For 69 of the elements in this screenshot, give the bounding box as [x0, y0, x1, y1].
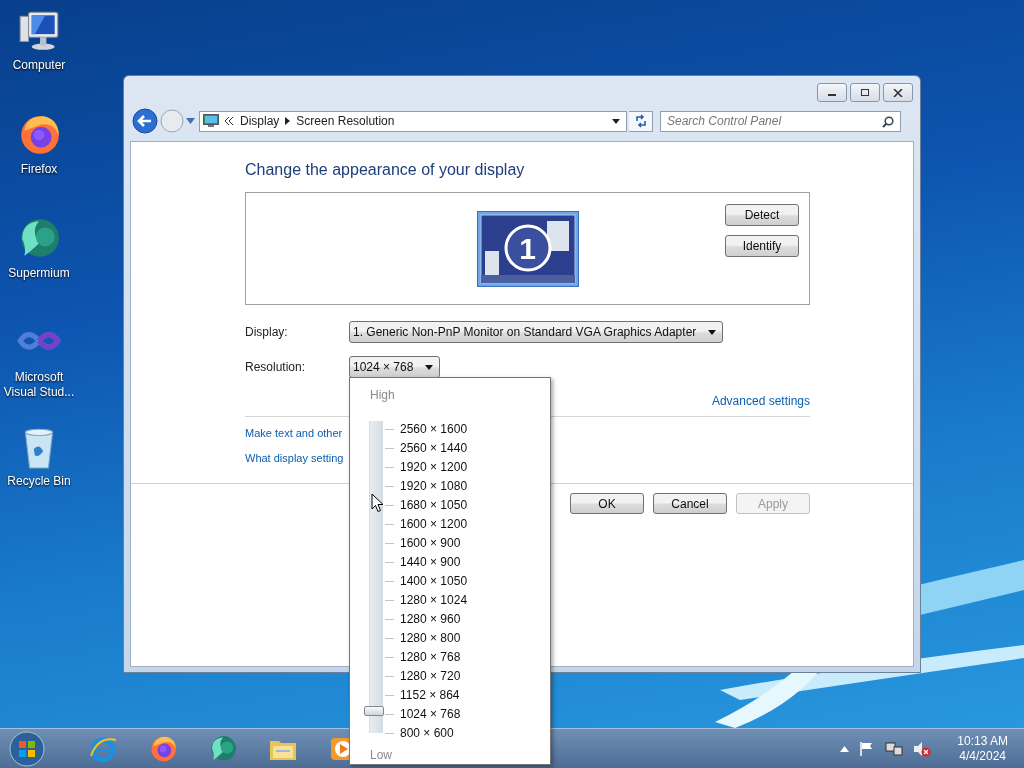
desktop-icon-label[interactable]: Firefox [0, 162, 78, 177]
resolution-option[interactable]: 1280 × 800 [400, 631, 461, 646]
resolution-option[interactable]: 1280 × 720 [400, 669, 461, 684]
resolution-option[interactable]: 1920 × 1200 [400, 460, 468, 475]
maximize-button[interactable] [850, 83, 880, 102]
caret-icon [708, 329, 717, 335]
resolution-option[interactable]: 1400 × 1050 [400, 574, 468, 589]
separator-arrow-icon[interactable] [285, 117, 291, 125]
high-label: High [370, 388, 396, 404]
caret-icon [425, 364, 434, 370]
resolution-option[interactable]: 1600 × 900 [400, 536, 461, 551]
history-caret-icon[interactable] [186, 118, 195, 124]
preview-button[interactable]: Detect [725, 204, 799, 226]
resolution-option[interactable]: 1920 × 1080 [400, 479, 468, 494]
slider-thumb[interactable] [364, 705, 384, 716]
help-link[interactable]: What display setting [245, 452, 344, 467]
help-link[interactable]: Make text and other [245, 427, 343, 442]
dropdown-caret-icon[interactable] [612, 118, 620, 124]
desktop-icon-label[interactable]: Recycle Bin [0, 474, 78, 489]
breadcrumb-item[interactable]: Display [240, 114, 280, 128]
network-icon[interactable] [885, 740, 904, 757]
clock-time: 10:13 AM [957, 733, 1008, 749]
preview-button[interactable]: Identify [725, 235, 799, 257]
low-label: Low [370, 748, 393, 764]
refresh-icon [633, 114, 648, 128]
resolution-option[interactable]: 1440 × 900 [400, 555, 461, 570]
muted-speaker-icon[interactable] [913, 740, 932, 757]
page-heading: Change the appearance of your display [245, 161, 526, 180]
resolution-option[interactable]: 1680 × 1050 [400, 498, 468, 513]
dialog-button[interactable]: OK [570, 493, 644, 514]
cursor-icon [371, 493, 384, 513]
minimize-button[interactable] [817, 83, 847, 102]
address-bar[interactable]: Display Screen Resolution [199, 110, 627, 132]
resolution-option[interactable]: 1152 × 864 [400, 688, 460, 703]
resolution-option[interactable]: 2560 × 1440 [400, 441, 468, 456]
resolution-option[interactable]: 2560 × 1600 [400, 422, 468, 437]
slider-track[interactable] [364, 420, 384, 733]
start-button[interactable] [8, 729, 46, 768]
field-label: Resolution: [245, 360, 307, 374]
refresh-button[interactable] [629, 110, 653, 132]
resolution-option[interactable]: 1024 × 768 [400, 707, 461, 722]
resolution-option[interactable]: 1280 × 1024 [400, 593, 468, 608]
chevron-icon [225, 117, 234, 125]
monitor-number: 1 [518, 231, 537, 267]
desktop-icon-label[interactable]: Computer [0, 58, 78, 73]
breadcrumb-item[interactable]: Screen Resolution [296, 114, 395, 128]
close-icon [893, 88, 903, 97]
desktop-icon-label[interactable]: Microsoft Visual Stud... [0, 370, 78, 400]
search-icon[interactable] [882, 115, 894, 128]
clock-date: 4/4/2024 [959, 748, 1006, 764]
resolution-option[interactable]: 1280 × 960 [400, 612, 461, 627]
desktop-icon-label[interactable]: Supermium [0, 266, 78, 281]
control-panel-icon [203, 114, 219, 128]
clock[interactable]: 10:13 AM 4/4/2024 [953, 733, 1012, 764]
back-button[interactable] [132, 108, 158, 134]
close-button[interactable] [883, 83, 913, 102]
resolution-option[interactable]: 800 × 600 [400, 726, 454, 741]
dialog-button[interactable]: Cancel [653, 493, 727, 514]
maximize-icon [860, 88, 870, 97]
dropdown[interactable]: 1024 × 768 [349, 356, 441, 378]
show-hidden-icons-button[interactable] [840, 745, 850, 752]
search-field[interactable]: Search Control Panel [660, 110, 901, 132]
sphere-icon[interactable] [208, 733, 238, 764]
dropdown[interactable]: 1. Generic Non-PnP Monitor on Standard VGA Graphics Adapter [349, 321, 724, 343]
field-label: Display: [245, 325, 289, 339]
resolution-option[interactable]: 1280 × 768 [400, 650, 461, 665]
monitor-drawing[interactable] [476, 211, 579, 287]
advanced-settings-link[interactable]: Advanced settings [711, 394, 810, 410]
resolution-option[interactable]: 1600 × 1200 [400, 517, 468, 532]
